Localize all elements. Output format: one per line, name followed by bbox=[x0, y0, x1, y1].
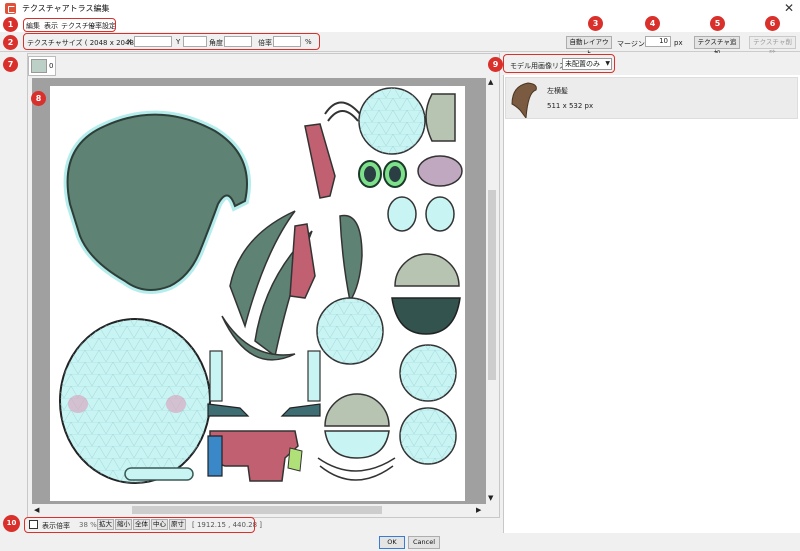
app-logo-icon bbox=[5, 3, 16, 14]
texture-index: 0 bbox=[49, 62, 54, 70]
badge-10: 10 bbox=[3, 515, 20, 532]
highlight-canvas bbox=[47, 83, 468, 504]
scroll-left-icon[interactable]: ◀ bbox=[34, 506, 39, 514]
add-texture-button[interactable]: テクスチャ追加 bbox=[694, 36, 740, 57]
vertical-scrollbar[interactable]: ▲ ▼ bbox=[486, 78, 498, 504]
margin-input[interactable]: 10 bbox=[645, 36, 671, 47]
badge-1: 1 bbox=[3, 17, 18, 32]
scroll-right-icon[interactable]: ▶ bbox=[476, 506, 481, 514]
badge-8: 8 bbox=[31, 91, 46, 106]
badge-7: 7 bbox=[3, 57, 18, 72]
badge-6: 6 bbox=[765, 16, 780, 31]
scroll-down-icon[interactable]: ▼ bbox=[488, 494, 493, 502]
list-item-size: 511 x 532 px bbox=[547, 102, 594, 110]
badge-4: 4 bbox=[645, 16, 660, 31]
badge-9: 9 bbox=[488, 57, 503, 72]
highlight-toolbar-fields bbox=[23, 33, 320, 50]
margin-label: マージン bbox=[617, 40, 645, 48]
badge-3: 3 bbox=[588, 16, 603, 31]
highlight-status-bar bbox=[24, 517, 255, 533]
scroll-up-icon[interactable]: ▲ bbox=[488, 78, 493, 86]
px-label: px bbox=[674, 39, 683, 47]
cancel-button[interactable]: Cancel bbox=[408, 536, 440, 549]
delete-texture-button[interactable]: テクスチャ削除 bbox=[749, 36, 796, 57]
texture-thumbnail-icon bbox=[31, 59, 47, 73]
ok-button[interactable]: OK bbox=[379, 536, 405, 549]
hair-thumbnail-icon bbox=[511, 82, 537, 118]
image-list-pane bbox=[503, 53, 800, 536]
vertical-scroll-thumb[interactable] bbox=[488, 190, 496, 380]
horizontal-scroll-thumb[interactable] bbox=[132, 506, 382, 514]
window-title: テクスチャアトラス編集 bbox=[22, 4, 110, 13]
title-bar: テクスチャアトラス編集 ✕ bbox=[0, 0, 800, 18]
badge-5: 5 bbox=[710, 16, 725, 31]
highlight-list-header bbox=[503, 54, 615, 73]
badge-2: 2 bbox=[3, 35, 18, 50]
highlight-menu bbox=[23, 18, 116, 32]
menu-bar: 編集 表示 テクスチャ 倍率設定 bbox=[0, 18, 800, 32]
auto-layout-button[interactable]: 自動レイアウト bbox=[566, 36, 612, 57]
texture-thumb-tab[interactable]: 0 bbox=[28, 56, 56, 76]
close-icon[interactable]: ✕ bbox=[784, 1, 794, 15]
horizontal-scrollbar[interactable]: ◀ ▶ bbox=[32, 504, 486, 516]
dialog-buttons-bar: OK Cancel bbox=[0, 533, 800, 551]
list-item-name: 左横髪 bbox=[547, 87, 568, 95]
list-item[interactable]: 左横髪 511 x 532 px bbox=[505, 77, 798, 119]
